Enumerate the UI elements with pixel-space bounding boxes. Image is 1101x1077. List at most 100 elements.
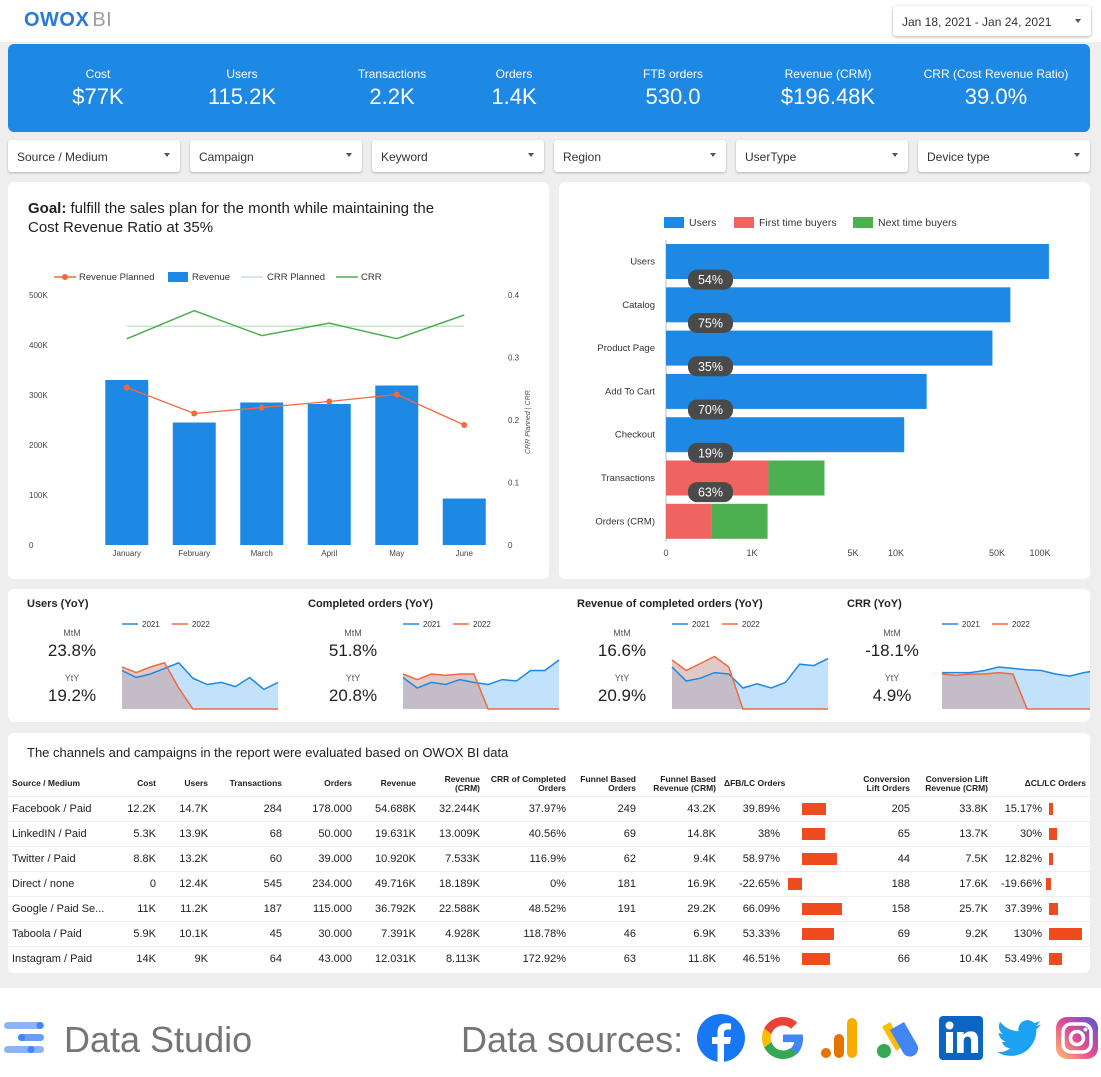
funnel-ntb-bar[interactable] <box>768 460 825 496</box>
filter-region[interactable]: Region <box>554 140 726 172</box>
table-row[interactable]: Facebook / Paid 12.2K 14.7K 284 178.000 54.68… <box>8 795 1090 821</box>
chevron-down-icon <box>346 153 352 157</box>
col-fb-orders[interactable]: Funnel Based Orders <box>570 772 640 796</box>
cell-cost: 5.9K <box>112 920 160 946</box>
crr-line <box>126 309 465 340</box>
cell-crr: 0% <box>484 870 570 896</box>
funnel-ftb-bar[interactable] <box>666 503 712 539</box>
cell-cl-revenue: 17.6K <box>914 870 992 896</box>
y2-tick-label: 0 <box>508 541 513 550</box>
cell-dcl: 37.39% <box>992 895 1090 921</box>
col-dfb[interactable]: ΔFB/LC Orders <box>720 772 852 796</box>
cell-crr: 172.92% <box>484 945 570 971</box>
col-source[interactable]: Source / Medium <box>8 772 112 796</box>
revenue-planned-point[interactable] <box>258 404 265 411</box>
mtm-value: 16.6% <box>598 641 646 660</box>
legend-2022: 2022 <box>473 620 491 629</box>
col-transactions[interactable]: Transactions <box>212 772 286 796</box>
mtm-label: MtM <box>883 628 901 638</box>
cell-orders: 30.000 <box>286 920 356 946</box>
funnel-category-label: Catalog <box>622 300 655 311</box>
y-tick-label: 500K <box>29 291 48 300</box>
filter-keyword[interactable]: Keyword <box>372 140 544 172</box>
revenue-bar[interactable] <box>442 498 486 546</box>
funnel-ntb-bar[interactable] <box>711 503 768 539</box>
col-crr[interactable]: CRR of Completed Orders <box>484 772 570 796</box>
cell-cl-orders: 44 <box>852 845 914 871</box>
revenue-planned-point[interactable] <box>461 422 468 428</box>
revenue-planned-point[interactable] <box>123 384 130 391</box>
table-row[interactable]: LinkedIN / Paid 5.3K 13.9K 68 50.000 19.631K 1… <box>8 820 1090 846</box>
funnel-legend: Users First time buyers Next time buyers <box>664 217 957 229</box>
cell-fb-revenue: 11.8K <box>640 945 720 971</box>
filter-device-type[interactable]: Device type <box>918 140 1090 172</box>
y2-tick-label: 0.2 <box>508 416 520 425</box>
data-sources-label: Data sources: <box>461 1019 684 1060</box>
col-revenue-crm[interactable]: Revenue (CRM) <box>420 772 484 796</box>
delta-bar <box>1046 877 1051 890</box>
cell-cl-orders: 66 <box>852 945 914 971</box>
legend-2022: 2022 <box>192 620 210 629</box>
cell-source: LinkedIN / Paid <box>8 820 112 846</box>
col-dcl[interactable]: ΔCL/LC Orders <box>992 772 1090 796</box>
revenue-planned-point[interactable] <box>191 410 198 417</box>
cell-revenue: 19.631K <box>356 820 420 846</box>
cell-transactions: 68 <box>212 820 286 846</box>
filter-campaign[interactable]: Campaign <box>190 140 362 172</box>
revenue-bar[interactable] <box>375 385 419 546</box>
cell-cl-orders: 65 <box>852 820 914 846</box>
filter-usertype[interactable]: UserType <box>736 140 908 172</box>
cell-value: 38% <box>757 827 780 840</box>
cell-crr: 40.56% <box>484 820 570 846</box>
legend-users: Users <box>689 217 716 229</box>
table-row[interactable]: Instagram / Paid 14K 9K 64 43.000 12.031K 8.11… <box>8 945 1090 971</box>
table-row[interactable]: Taboola / Paid 5.9K 10.1K 45 30.000 7.391K 4.9… <box>8 920 1090 946</box>
revenue-bar[interactable] <box>105 380 149 545</box>
cell-fb-orders: 69 <box>570 820 640 846</box>
revenue-planned-point[interactable] <box>326 398 333 405</box>
cell-source: Instagram / Paid <box>8 945 112 971</box>
cell-revenue: 10.920K <box>356 845 420 871</box>
filter-source-medium[interactable]: Source / Medium <box>8 140 180 172</box>
cell-source: Google / Paid Se... <box>8 895 112 921</box>
legend-2021: 2021 <box>692 620 710 629</box>
revenue-bar[interactable] <box>240 402 284 546</box>
owox-logo: OWOX BI <box>24 9 113 31</box>
cell-users: 12.4K <box>160 870 212 896</box>
delta-bar <box>802 952 830 965</box>
cell-cl-revenue: 13.7K <box>914 820 992 846</box>
col-cl-revenue[interactable]: Conversion Lift Revenue (CRM) <box>914 772 992 796</box>
col-orders[interactable]: Orders <box>286 772 356 796</box>
chart-legend: Revenue Planned Revenue CRR Planned CRR <box>54 272 382 283</box>
revenue-bar[interactable] <box>172 422 216 546</box>
cell-fb-orders: 62 <box>570 845 640 871</box>
linkedin-icon <box>939 1016 983 1060</box>
table-row[interactable]: Google / Paid Se... 11K 11.2K 187 115.000 36.… <box>8 895 1090 921</box>
legend-2021: 2021 <box>142 620 160 629</box>
col-fb-revenue[interactable]: Funnel Based Revenue (CRM) <box>640 772 720 796</box>
chevron-down-icon <box>1075 19 1081 23</box>
mtm-label: MtM <box>344 628 362 638</box>
revenue-planned-point[interactable] <box>393 391 400 398</box>
cell-fb-revenue: 29.2K <box>640 895 720 921</box>
date-range-picker[interactable]: Jan 18, 2021 - Jan 24, 2021 <box>893 6 1091 36</box>
google-analytics-icon <box>821 1018 857 1058</box>
funnel-x-tick: 5K <box>847 548 858 558</box>
cell-transactions: 64 <box>212 945 286 971</box>
table-row[interactable]: Twitter / Paid 8.8K 13.2K 60 39.000 10.920K 7.… <box>8 845 1090 871</box>
yty-value: 4.9% <box>873 686 912 705</box>
twitter-icon <box>997 1020 1041 1056</box>
mtm-value: -18.1% <box>865 641 919 660</box>
col-cost[interactable]: Cost <box>112 772 160 796</box>
table-row[interactable]: Direct / none 0 12.4K 545 234.000 49.716K 18.1… <box>8 870 1090 896</box>
cell-users: 13.2K <box>160 845 212 871</box>
cell-dfb: 58.97% <box>720 845 852 871</box>
cell-value: 15.17% <box>1004 802 1042 815</box>
col-revenue[interactable]: Revenue <box>356 772 420 796</box>
col-users[interactable]: Users <box>160 772 212 796</box>
revenue-bar[interactable] <box>307 404 351 545</box>
cell-source: Twitter / Paid <box>8 845 112 871</box>
col-cl-orders[interactable]: Conversion Lift Orders <box>852 772 914 796</box>
cell-dcl: 12.82% <box>992 845 1090 871</box>
funnel-x-tick: 1K <box>746 548 757 558</box>
